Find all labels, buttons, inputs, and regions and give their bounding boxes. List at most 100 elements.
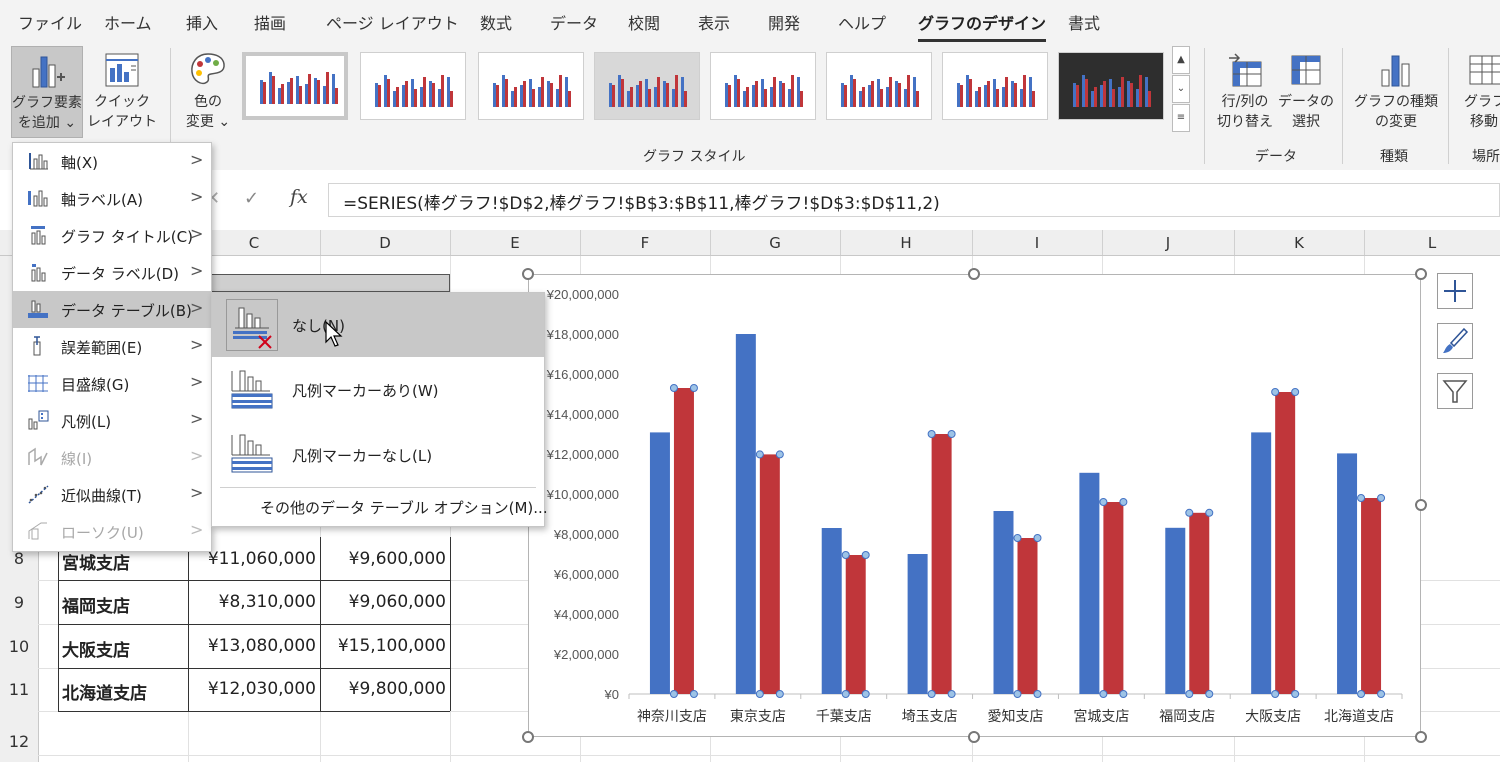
bar-series-1[interactable] <box>1165 527 1186 694</box>
add-chart-element-button[interactable]: グラフ要素 を追加 ⌄ <box>11 46 83 138</box>
table-cell-c[interactable]: ¥11,060,000 <box>190 549 316 569</box>
col-header-e[interactable]: E <box>450 234 580 252</box>
row-header-10[interactable]: 10 <box>0 637 38 656</box>
row-header-12[interactable]: 12 <box>0 732 38 751</box>
move-chart-button[interactable]: グラフの 移動 <box>1456 46 1500 132</box>
row-header-11[interactable]: 11 <box>0 680 38 699</box>
resize-handle-top-right[interactable] <box>1415 268 1427 280</box>
chart-style-thumbnail[interactable] <box>594 52 700 120</box>
menu-item-data-labels[interactable]: データ ラベル(D) > <box>13 254 211 291</box>
gallery-scroll-down-button[interactable]: ⌄ <box>1172 75 1190 103</box>
table-cell-c[interactable]: ¥13,080,000 <box>190 636 316 656</box>
row-header-9[interactable]: 9 <box>0 593 38 612</box>
table-cell-d[interactable]: ¥15,100,000 <box>322 636 446 656</box>
chart-area[interactable]: ¥0 ¥2,000,000 ¥4,000,000 ¥6,000,000 ¥8,000,0… <box>528 274 1421 737</box>
select-data-button[interactable]: データの 選択 <box>1276 46 1336 132</box>
col-header-f[interactable]: F <box>580 234 710 252</box>
menu-item-trendline[interactable]: 近似曲線(T) > <box>13 476 211 513</box>
tab-data[interactable]: データ <box>550 10 598 34</box>
insert-function-icon[interactable]: fx <box>290 186 308 208</box>
bar-series-1[interactable] <box>821 528 842 694</box>
tab-view[interactable]: 表示 <box>698 10 730 34</box>
tab-help[interactable]: ヘルプ <box>838 10 886 34</box>
change-chart-type-button[interactable]: グラフの種類 の変更 <box>1350 46 1442 132</box>
chart-style-thumbnail[interactable] <box>710 52 816 120</box>
bar-series-2[interactable] <box>673 388 694 694</box>
tab-insert[interactable]: 挿入 <box>186 10 218 34</box>
chart-style-thumbnail[interactable] <box>826 52 932 120</box>
enter-icon[interactable]: ✓ <box>244 188 259 209</box>
col-header-k[interactable]: K <box>1234 234 1364 252</box>
switch-row-column-button[interactable]: 行/列の 切り替え <box>1214 46 1276 132</box>
menu-item-legend[interactable]: 凡例(L) > <box>13 402 211 439</box>
table-cell-d[interactable]: ¥9,600,000 <box>322 549 446 569</box>
bar-series-2[interactable] <box>845 555 866 694</box>
tab-page-layout[interactable]: ページ レイアウト <box>326 10 459 34</box>
bar-series-1[interactable] <box>993 511 1014 694</box>
chart-style-thumbnail[interactable] <box>242 52 348 120</box>
bar-series-2[interactable] <box>759 454 780 694</box>
bar-series-1[interactable] <box>1251 432 1272 694</box>
chart-styles-button[interactable] <box>1437 323 1473 359</box>
resize-handle-bottom-left[interactable] <box>522 731 534 743</box>
gallery-more-button[interactable]: ≡ <box>1172 104 1190 132</box>
menu-item-data-table[interactable]: データ テーブル(B) > <box>13 291 211 328</box>
col-header-g[interactable]: G <box>710 234 840 252</box>
tab-draw[interactable]: 描画 <box>254 10 286 34</box>
table-row-name[interactable]: 福岡支店 <box>62 592 130 617</box>
menu-item-axis[interactable]: 軸(X) > <box>13 143 211 180</box>
chart-style-thumbnail[interactable] <box>942 52 1048 120</box>
table-row-name[interactable]: 大阪支店 <box>62 636 130 661</box>
tab-formulas[interactable]: 数式 <box>480 10 512 34</box>
chart-filters-button[interactable] <box>1437 373 1473 409</box>
resize-handle-bottom[interactable] <box>968 731 980 743</box>
submenu-item-none[interactable]: なし(N) <box>212 293 544 357</box>
chart-style-thumbnail[interactable] <box>1058 52 1164 120</box>
gallery-scroll-up-button[interactable]: ▲ <box>1172 46 1190 74</box>
col-header-d[interactable]: D <box>320 234 450 252</box>
bar-series-1[interactable] <box>1337 453 1358 694</box>
submenu-item-with-legend-keys[interactable]: 凡例マーカーあり(W) <box>212 357 544 423</box>
quick-layout-button[interactable]: クイック レイアウト ⌄ <box>84 46 160 152</box>
resize-handle-top-left[interactable] <box>522 268 534 280</box>
tab-home[interactable]: ホーム <box>104 10 152 34</box>
tab-chart-design[interactable]: グラフのデザイン <box>918 10 1047 42</box>
menu-item-gridlines[interactable]: 目盛線(G) > <box>13 365 211 402</box>
menu-item-chart-title[interactable]: グラフ タイトル(C) > <box>13 217 211 254</box>
resize-handle-right[interactable] <box>1415 499 1427 511</box>
change-colors-button[interactable]: 色の 変更 ⌄ <box>180 46 236 132</box>
bar-series-1[interactable] <box>907 554 928 694</box>
chart-style-thumbnail[interactable] <box>360 52 466 120</box>
tab-format[interactable]: 書式 <box>1068 10 1100 34</box>
bar-series-2[interactable] <box>1103 502 1124 694</box>
table-row-name[interactable]: 北海道支店 <box>62 679 147 704</box>
menu-item-error-bars[interactable]: 誤差範囲(E) > <box>13 328 211 365</box>
col-header-j[interactable]: J <box>1102 234 1234 252</box>
bar-series-1[interactable] <box>735 334 756 694</box>
bar-series-2[interactable] <box>1361 498 1382 694</box>
menu-item-axis-titles[interactable]: 軸ラベル(A) > <box>13 180 211 217</box>
chart-style-thumbnail[interactable] <box>478 52 584 120</box>
chart-elements-button[interactable] <box>1437 273 1473 309</box>
table-cell-d[interactable]: ¥9,060,000 <box>322 592 446 612</box>
resize-handle-bottom-right[interactable] <box>1415 731 1427 743</box>
bar-series-1[interactable] <box>649 432 670 694</box>
bar-series-1[interactable] <box>1079 472 1100 694</box>
tab-developer[interactable]: 開発 <box>768 10 800 34</box>
bar-series-2[interactable] <box>1275 392 1296 694</box>
table-cell-c[interactable]: ¥12,030,000 <box>190 679 316 699</box>
tab-file[interactable]: ファイル <box>18 10 82 34</box>
resize-handle-top[interactable] <box>968 268 980 280</box>
col-header-i[interactable]: I <box>972 234 1102 252</box>
bar-series-2[interactable] <box>1017 538 1038 694</box>
table-cell-d[interactable]: ¥9,800,000 <box>322 679 446 699</box>
table-cell-c[interactable]: ¥8,310,000 <box>190 592 316 612</box>
bar-series-2[interactable] <box>931 434 952 694</box>
table-row-name[interactable]: 宮城支店 <box>62 549 130 574</box>
tab-review[interactable]: 校閲 <box>628 10 660 34</box>
col-header-l[interactable]: L <box>1364 234 1500 252</box>
submenu-item-more-options[interactable]: その他のデータ テーブル オプション(M)... <box>212 489 548 525</box>
bar-series-2[interactable] <box>1189 512 1210 694</box>
col-header-h[interactable]: H <box>840 234 972 252</box>
submenu-item-without-legend-keys[interactable]: 凡例マーカーなし(L) <box>212 423 544 487</box>
